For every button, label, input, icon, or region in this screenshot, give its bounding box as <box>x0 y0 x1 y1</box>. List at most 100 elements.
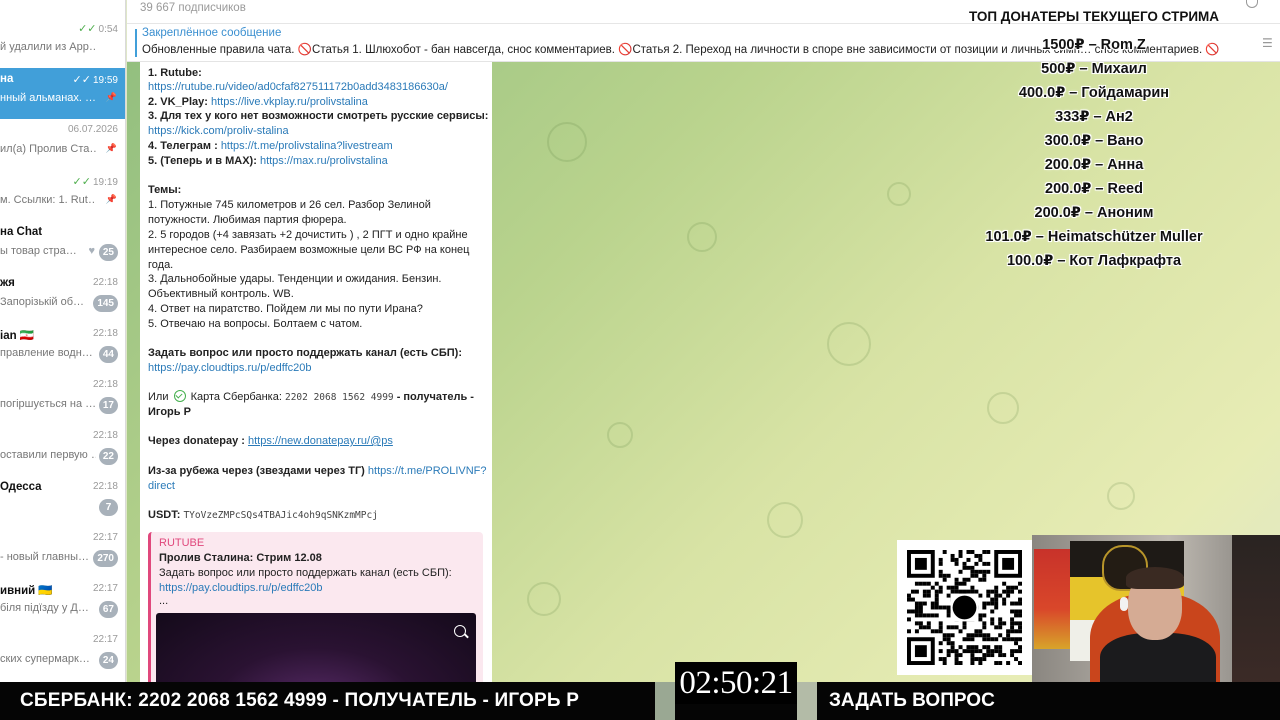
abroad-link[interactable]: https://t.me/PROLIVNF? <box>368 465 487 477</box>
qr-module <box>966 633 971 638</box>
support-link[interactable]: https://pay.cloudtips.ru/p/edffc20b <box>148 361 311 376</box>
chat-list-item[interactable]: на ✓✓ 19:59 нный альманах. … 📌 <box>0 68 125 119</box>
donor-entry: 101.0₽ – Heimatschützer Muller <box>985 229 1203 245</box>
qr-module <box>910 589 915 594</box>
chat-list-item[interactable]: 06.07.2026 ил(а) Пролив Ста… 📌 <box>0 119 125 170</box>
qr-module <box>946 605 951 610</box>
qr-module <box>986 550 991 554</box>
qr-module <box>974 633 979 638</box>
chat-list-item[interactable]: ian 🇮🇷 22:18 правление водн… 44 <box>0 323 125 374</box>
qr-module <box>974 553 979 558</box>
chat-list-item[interactable]: 22:18 погіршується на … 17 <box>0 374 125 425</box>
chat-preview: біля підїзду у Д… <box>0 602 89 614</box>
qr-module <box>1002 557 1015 570</box>
qr-module <box>950 649 955 654</box>
chat-list-item[interactable]: Одесса 22:18 7 <box>0 476 125 527</box>
chat-list-item[interactable]: на Chat ы товар стра… ♥ 25 <box>0 221 125 272</box>
preview-link[interactable]: https://pay.cloudtips.ru/p/edffc20b <box>159 581 322 596</box>
qr-module <box>922 593 927 598</box>
donor-entry: 300.0₽ – Вано <box>1044 133 1144 149</box>
link-kick[interactable]: https://kick.com/proliv-stalina <box>148 124 289 139</box>
pin-list-icon[interactable]: ☰ <box>1262 36 1274 50</box>
qr-module <box>1010 649 1015 654</box>
qr-module <box>998 653 1003 658</box>
qr-module <box>1010 629 1015 634</box>
read-check-icon: ✓✓ <box>72 74 91 86</box>
qr-module <box>946 649 951 654</box>
qr-module <box>982 561 987 566</box>
chat-list-item[interactable]: ✓✓ 0:54 й удалили из App… <box>0 17 125 68</box>
qr-module <box>994 605 999 610</box>
qr-module <box>986 649 991 654</box>
link-telegram[interactable]: https://t.me/prolivstalina?livestream <box>221 140 393 152</box>
qr-module <box>910 609 915 614</box>
chat-time: 22:18 <box>93 430 118 441</box>
link-label-kick: 3. Для тех у кого нет возможности смотре… <box>148 110 489 122</box>
unread-badge: 7 <box>99 499 118 516</box>
flag-dark <box>1232 535 1280 682</box>
qr-code-graphic <box>907 550 1022 665</box>
preview-title: Пролив Сталина: Стрим 12.08 <box>159 552 322 564</box>
qr-module <box>974 657 979 662</box>
qr-module <box>1018 649 1022 654</box>
abroad-link-cont[interactable]: direct <box>148 479 175 494</box>
qr-module <box>978 569 983 574</box>
link-max[interactable]: https://max.ru/prolivstalina <box>260 155 388 167</box>
link-label-max: 5. (Теперь и в MAX): <box>148 155 260 167</box>
chat-time-text: 22:18 <box>92 328 118 339</box>
qr-module <box>1018 589 1022 594</box>
qr-module <box>966 649 971 654</box>
qr-module <box>946 585 951 590</box>
qr-module <box>994 645 999 650</box>
pin-icon: 📌 <box>105 194 117 204</box>
qr-module <box>926 621 931 626</box>
qr-module <box>990 589 995 594</box>
qr-module <box>966 589 971 594</box>
qr-module <box>1018 609 1022 614</box>
search-icon[interactable] <box>1246 0 1258 8</box>
chat-list-item[interactable]: 22:18 оставили первую … 22 <box>0 425 125 476</box>
topic-line: 2. 5 городов (+4 завязать +2 дочистить )… <box>148 229 468 241</box>
zoom-icon[interactable] <box>454 625 466 637</box>
qr-module <box>962 565 967 570</box>
qr-module <box>914 645 927 658</box>
ask-question-banner: ЗАДАТЬ ВОПРОС <box>829 690 995 711</box>
unread-badge: 25 <box>98 244 118 261</box>
qr-module <box>918 581 923 586</box>
qr-module <box>1018 637 1022 642</box>
qr-module <box>930 613 935 618</box>
topic-line: 4. Ответ на пиратство. Пойдем ли мы по п… <box>148 303 423 315</box>
chat-time-text: 06.07.2026 <box>67 124 118 135</box>
chat-name: на <box>0 73 14 85</box>
link-rutube[interactable]: https://rutube.ru/video/ad0cfaf827511172… <box>148 80 448 95</box>
chat-list-item[interactable]: ивний 🇺🇦 22:17 біля підїзду у Д… 67 <box>0 578 125 629</box>
card-number: 2202 2068 1562 4999 <box>284 392 394 403</box>
unread-badge: 17 <box>98 397 118 414</box>
qr-module <box>1010 617 1015 622</box>
qr-module <box>1014 585 1019 590</box>
qr-module <box>930 585 935 590</box>
link-vkplay[interactable]: https://live.vkplay.ru/prolivstalina <box>211 96 368 108</box>
qr-module <box>982 621 987 626</box>
qr-module <box>958 581 963 586</box>
qr-module <box>970 633 975 638</box>
link-label-vkplay: 2. VK_Play: <box>148 96 211 108</box>
donatepay-link[interactable]: https://new.donatepay.ru/@ps <box>248 435 393 447</box>
chat-time-text: 22:18 <box>92 277 118 288</box>
chat-list-item[interactable]: 22:17 - новый главны… 270 <box>0 527 125 578</box>
qr-module <box>954 581 959 586</box>
pinned-accent-line <box>135 29 137 57</box>
preview-video-thumbnail[interactable] <box>156 613 476 682</box>
chat-time-text: 22:18 <box>92 481 118 492</box>
link-preview-card[interactable]: RUTUBE Пролив Сталина: Стрим 12.08 Задат… <box>148 532 483 682</box>
qr-module <box>918 621 923 626</box>
qr-module <box>982 625 987 630</box>
chat-preview: правление водн… <box>0 347 93 359</box>
chat-list-item[interactable]: жя 22:18 Запорізькій об… 145 <box>0 272 125 323</box>
chat-list-item[interactable]: ✓✓ 19:19 м. Ссылки: 1. Rut… 📌 <box>0 170 125 221</box>
line-telegram: 4. Телеграм : https://t.me/prolivstalina… <box>148 139 393 154</box>
chat-list-item[interactable]: 22:17 ских супермарк… 24 <box>0 629 125 680</box>
qr-module <box>958 550 963 554</box>
topic-line: 3. Дальнобойные удары. Тенденции и ожида… <box>148 273 442 285</box>
qr-module <box>966 637 971 642</box>
